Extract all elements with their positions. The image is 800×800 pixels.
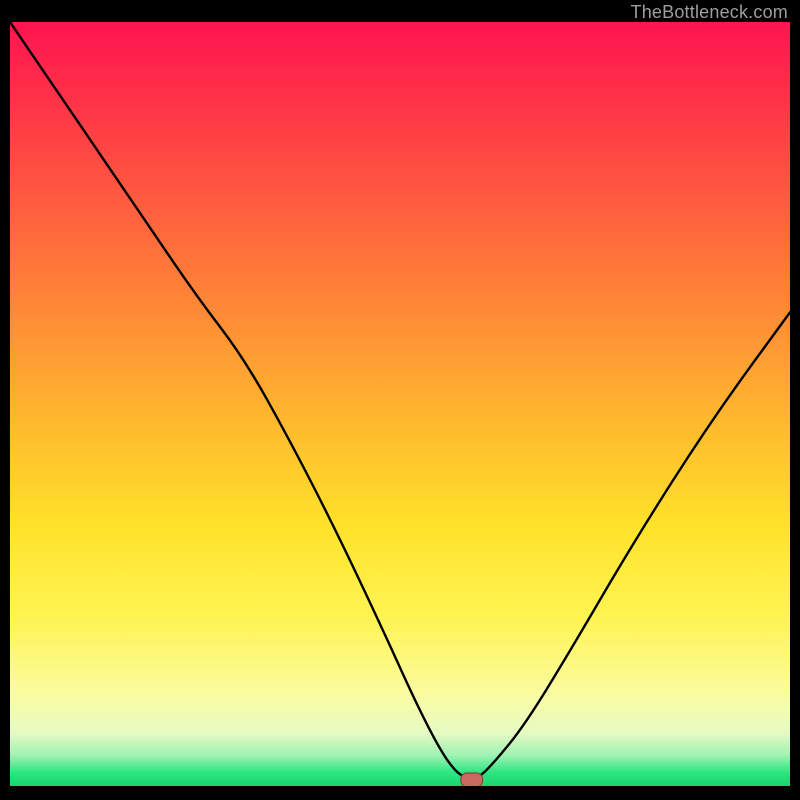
plot-area	[10, 22, 790, 786]
watermark-text: TheBottleneck.com	[631, 2, 788, 23]
chart-svg	[10, 22, 790, 786]
bottleneck-curve-line	[10, 22, 790, 778]
bottleneck-marker	[461, 773, 483, 786]
chart-frame: TheBottleneck.com	[0, 0, 800, 800]
